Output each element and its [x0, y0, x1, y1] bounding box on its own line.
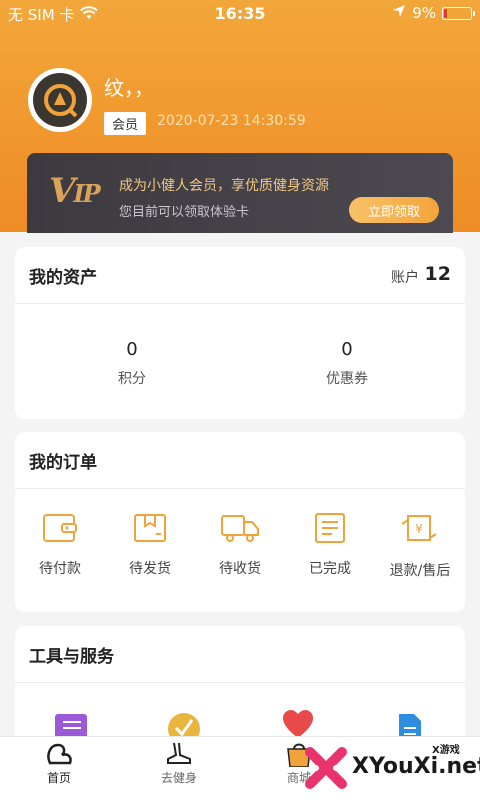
- wallet-icon: [15, 512, 105, 544]
- order-label: 待发货: [129, 561, 171, 577]
- tab-label: 首页: [46, 771, 71, 785]
- order-pending-payment[interactable]: 待付款: [15, 512, 105, 578]
- order-label: 已完成: [309, 561, 351, 577]
- account-value[interactable]: 12: [425, 263, 451, 285]
- order-label: 待付款: [39, 561, 81, 577]
- profile-header: 无 SIM 卡 16:35 9% 纹，， 会员 2020-07-23 14:30…: [0, 0, 480, 233]
- tab-home[interactable]: 首页: [14, 741, 104, 786]
- vip-title: 成为小健人会员，享优质健身资源: [119, 178, 329, 194]
- order-pending-shipment[interactable]: 待发货: [105, 512, 195, 578]
- status-bar: 无 SIM 卡 16:35 9%: [0, 0, 480, 28]
- assets-card: 我的资产 账户 12 0 积分 0 优惠券: [15, 247, 465, 419]
- document-icon: [285, 512, 375, 544]
- vip-promo-card[interactable]: VIP 成为小健人会员，享优质健身资源 您目前可以领取体验卡 立即领取: [27, 153, 453, 233]
- fitness-icon: [134, 741, 224, 767]
- account-label[interactable]: 账户: [391, 267, 419, 287]
- home-icon: [14, 741, 104, 767]
- avatar[interactable]: [28, 68, 92, 132]
- watermark-text: XYouXi.net: [352, 754, 480, 779]
- order-completed[interactable]: 已完成: [285, 512, 375, 578]
- coupons-item[interactable]: 0 优惠券: [287, 339, 407, 388]
- coupons-value: 0: [341, 339, 353, 360]
- points-item[interactable]: 0 积分: [72, 339, 192, 388]
- username: 纹，，: [104, 76, 154, 100]
- order-label: 待收货: [219, 561, 261, 577]
- package-icon: [105, 512, 195, 544]
- battery-icon: [442, 6, 475, 20]
- orders-card: 我的订单 待付款 待发货 待收货 已完成 ¥ 退款/售后: [15, 432, 465, 612]
- battery-percent: 9%: [412, 4, 436, 22]
- tab-label: 去健身: [160, 771, 197, 785]
- divider: [15, 488, 465, 489]
- tab-fitness[interactable]: 去健身: [134, 741, 224, 786]
- truck-icon: [195, 512, 285, 544]
- vip-subtitle: 您目前可以领取体验卡: [119, 205, 250, 220]
- svg-text:¥: ¥: [415, 522, 423, 536]
- points-value: 0: [126, 339, 138, 360]
- watermark-logo-icon: [305, 747, 347, 789]
- coupons-label: 优惠券: [326, 371, 368, 387]
- member-badge: 会员: [104, 112, 147, 135]
- order-label: 退款/售后: [389, 563, 451, 579]
- membership-timestamp: 2020-07-23 14:30:59: [157, 113, 306, 129]
- order-refund[interactable]: ¥ 退款/售后: [375, 512, 465, 580]
- avatar-logo-icon: [33, 73, 87, 127]
- orders-title: 我的订单: [29, 453, 97, 473]
- watermark: X游戏 XYouXi.net: [300, 740, 480, 796]
- claim-now-button[interactable]: 立即领取: [349, 197, 439, 223]
- assets-title: 我的资产: [29, 268, 97, 288]
- divider: [15, 682, 465, 683]
- divider: [15, 303, 465, 304]
- status-right: 9%: [392, 4, 475, 22]
- refund-icon: ¥: [375, 512, 465, 546]
- vip-logo: VIP: [49, 171, 101, 211]
- tools-title: 工具与服务: [29, 647, 114, 667]
- location-arrow-icon: [392, 4, 406, 22]
- points-label: 积分: [118, 371, 146, 387]
- order-pending-receipt[interactable]: 待收货: [195, 512, 285, 578]
